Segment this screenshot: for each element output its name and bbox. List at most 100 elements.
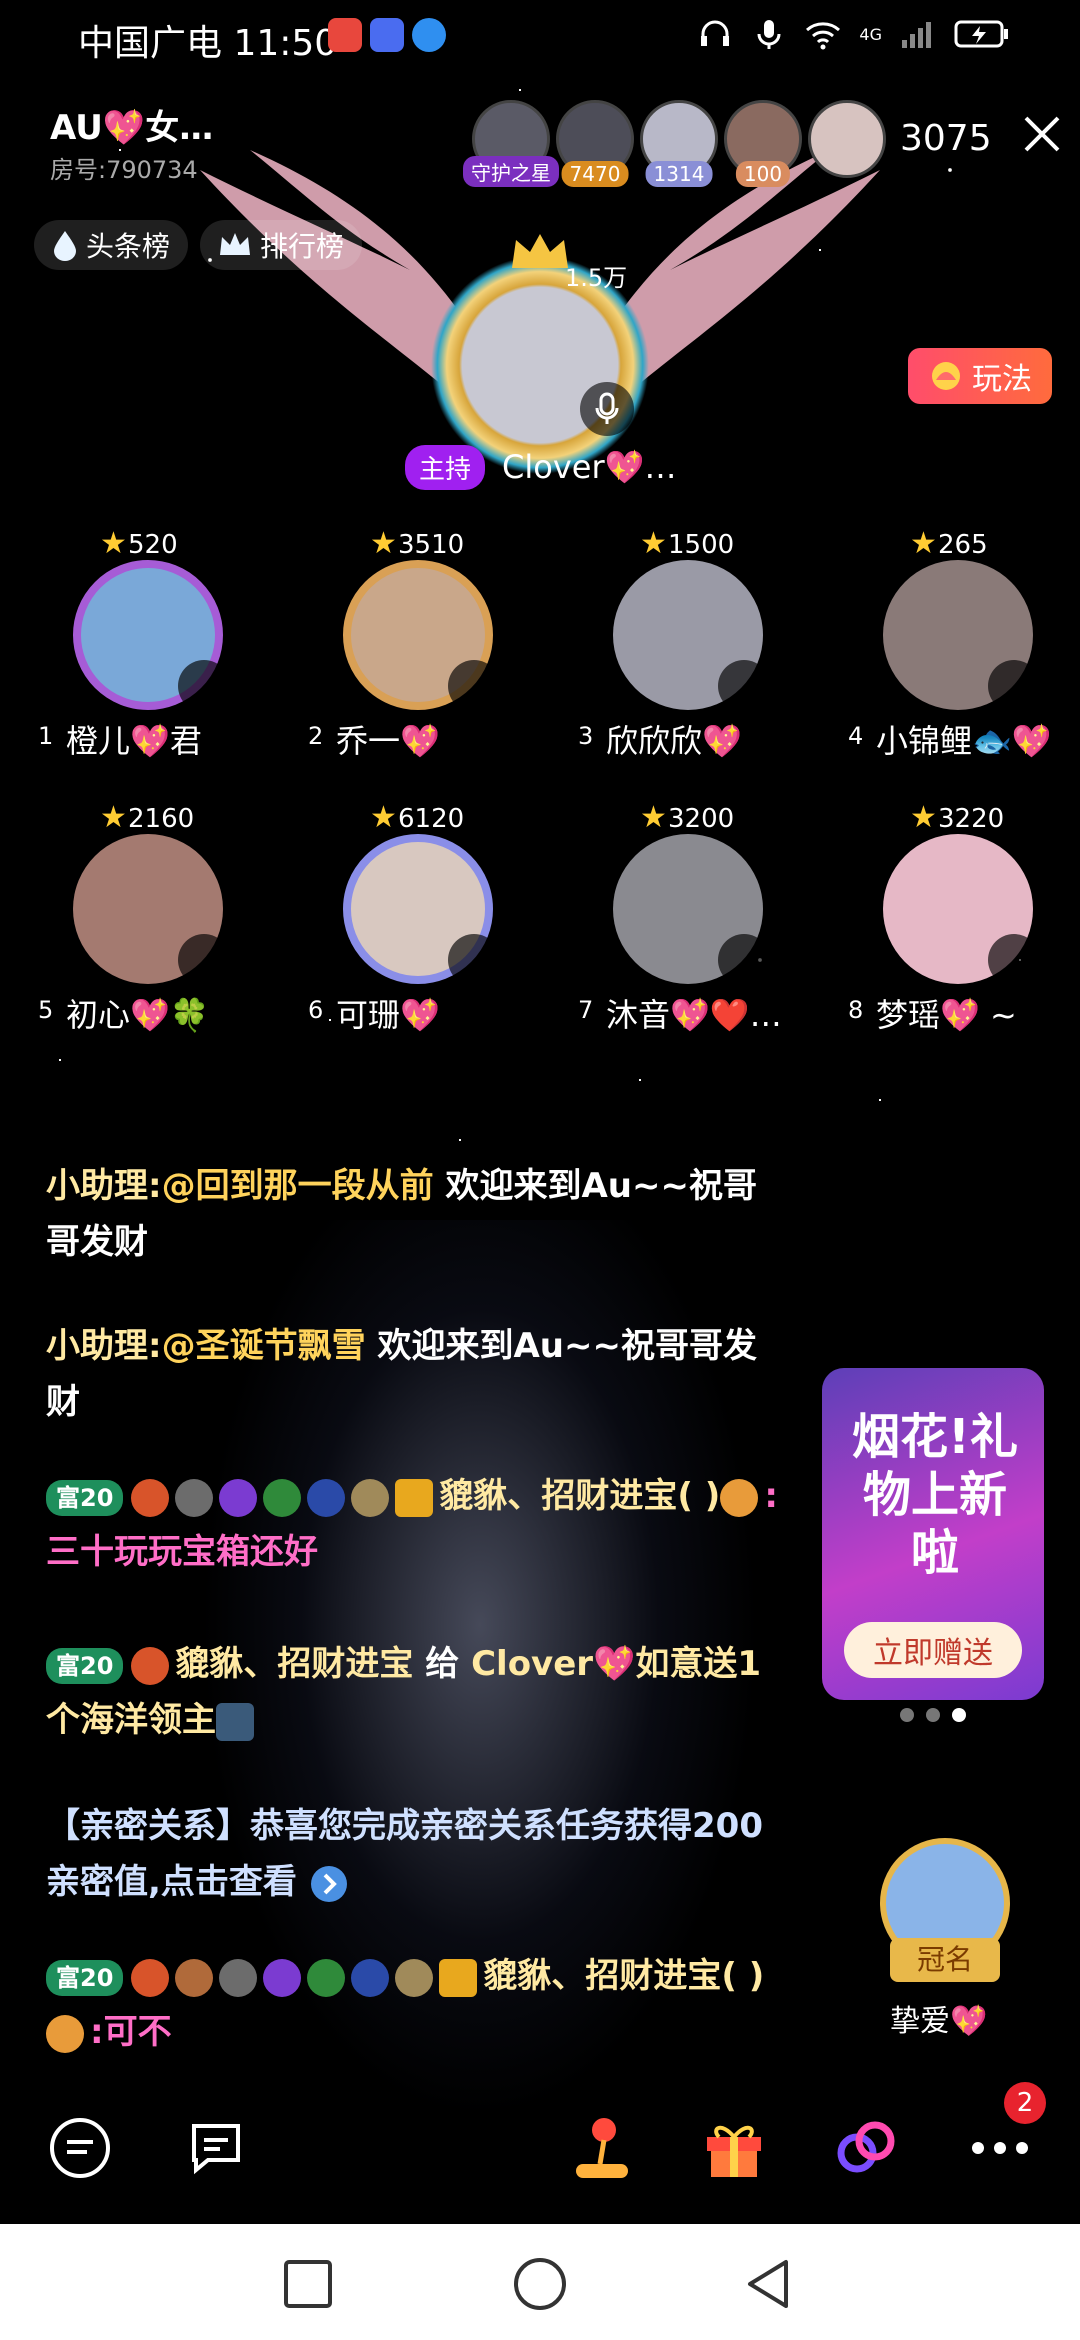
ranking-board-label: 排行榜 [260, 230, 345, 263]
carrier-time: 中国广电 11:50 [78, 23, 338, 64]
host-mic-button[interactable] [580, 382, 634, 436]
seat-4[interactable]: ★ 265 4 小锦鲤🐟💖 [838, 526, 1058, 760]
signal-icon [902, 22, 931, 48]
star-icon: ★ [100, 526, 127, 561]
recent-apps-icon[interactable] [278, 2254, 338, 2314]
link-button[interactable] [830, 2112, 902, 2184]
star-icon: ★ [640, 526, 667, 561]
seat-name: 乔一💖 [336, 722, 440, 760]
rank-badge-icon [131, 1958, 170, 1997]
chat-sender[interactable]: 貔貅、招财进宝 [175, 1644, 413, 1684]
seat-3[interactable]: ★ 1500 3 欣欣欣💖 [568, 526, 788, 760]
seat-name: 梦瑶💖 ~ [876, 996, 1017, 1034]
chat-text: 可不 [103, 2012, 172, 2052]
seat-6[interactable]: ★ 6120 6 可珊💖 [298, 800, 518, 1034]
host-tag: 主持 [405, 445, 486, 490]
seat-5[interactable]: ★ 2160 5 初心💖🍀 [28, 800, 248, 1034]
gift-target[interactable]: Clover💖 [471, 1644, 635, 1684]
banner-pagination [900, 1708, 966, 1722]
gameplay-button[interactable]: 玩法 [908, 348, 1052, 404]
wealth-level-badge: 富20 [46, 1959, 124, 1996]
seat-8[interactable]: ★ 3220 8 梦瑶💖 ~ [838, 800, 1058, 1034]
seat-7[interactable]: ★ 3200 7 沐音💖❤️… [568, 800, 788, 1034]
seat-number: 5 [38, 996, 54, 1024]
viewer-avatar-1[interactable]: 守护之星 [463, 100, 559, 187]
seat-number: 1 [38, 722, 54, 750]
headphones-icon [701, 20, 730, 46]
chat-message-4[interactable]: 富20 貔貅、招财进宝 给 Clover💖如意送1个海洋领主 [46, 1636, 786, 1748]
headline-board-button[interactable]: 头条榜 [34, 220, 189, 270]
message-button[interactable] [180, 2112, 252, 2184]
chat-text: 【亲密关系】恭喜您完成亲密关系任务获得200亲密值,点击查看 [46, 1806, 763, 1902]
star-icon: ★ [910, 526, 937, 561]
star-icon: ★ [370, 526, 397, 561]
host-crown-icon [512, 234, 568, 268]
chat-sender[interactable]: 貔貅、招财进宝( ) [483, 1956, 764, 1996]
joystick-icon [576, 2118, 628, 2178]
viewer-avatar-2[interactable]: 7470 [556, 100, 634, 187]
muted-mic-icon [178, 660, 230, 712]
fireworks-gift-banner[interactable]: 烟花!礼物上新啦 立即赠送 [822, 1368, 1044, 1700]
crown-icon [220, 233, 250, 255]
chat-input-button[interactable] [44, 2112, 116, 2184]
chat-sender[interactable]: 貔貅、招财进宝( ) [439, 1476, 720, 1516]
home-icon[interactable] [510, 2254, 570, 2314]
gift-box-icon [707, 2125, 761, 2177]
rank-badge-icon [131, 1646, 170, 1685]
seat-score: 6120 [398, 804, 465, 834]
viewer-avatar-3[interactable]: 1314 [640, 100, 718, 187]
purple-badge-icon [263, 1958, 302, 1997]
seat-score: 265 [938, 530, 988, 560]
chat-colon: : [90, 2012, 104, 2052]
seat-number: 6 [308, 996, 324, 1024]
viewer-badge-2: 7470 [561, 161, 629, 187]
more-dots-icon [972, 2142, 1028, 2154]
room-title[interactable]: AU💖女… [50, 100, 213, 149]
back-icon[interactable] [740, 2254, 800, 2314]
seat-number: 7 [578, 996, 594, 1024]
seat-2[interactable]: ★ 3510 2 乔一💖 [298, 526, 518, 760]
gift-icon [216, 1702, 254, 1741]
wealth-level-badge: 富20 [46, 1479, 124, 1516]
medal-badge-icon [395, 1958, 434, 1997]
shield-badge-icon [307, 1478, 346, 1517]
browser-notification-icon [412, 18, 446, 52]
chat-message-2[interactable]: 小助理:@圣诞节飘雪 欢迎来到Au~~祝哥哥发财 [46, 1318, 786, 1430]
seat-1[interactable]: ★ 520 1 橙儿💖君 [28, 526, 248, 760]
music-notification-icon [370, 18, 404, 52]
chat-message-3[interactable]: 富20 貔貅、招财进宝( ): 三十玩玩宝箱还好 [46, 1468, 786, 1580]
title-sponsor-name[interactable]: 挚爱💖 [890, 1996, 987, 2040]
seat-score: 2160 [128, 804, 195, 834]
wing-decoration-left [200, 150, 465, 400]
seat-name: 橙儿💖君 [66, 722, 202, 760]
seat-score: 520 [128, 530, 178, 560]
tiger-icon [46, 2014, 84, 2053]
viewer-avatar-4[interactable]: 100 [724, 100, 802, 187]
chat-mention[interactable]: @圣诞节飘雪 [162, 1326, 366, 1366]
viewer-count[interactable]: 3075 [900, 118, 992, 159]
chat-message-5[interactable]: 【亲密关系】恭喜您完成亲密关系任务获得200亲密值,点击查看 [46, 1798, 786, 1910]
seat-number: 4 [848, 722, 864, 750]
rank-badge-icon [131, 1478, 170, 1517]
chat-sender: 小助理: [46, 1326, 162, 1366]
viewer-badge-3: 1314 [645, 161, 713, 187]
chevron-right-icon[interactable] [309, 1864, 349, 1904]
chat-message-1[interactable]: 小助理:@回到那一段从前 欢迎来到Au~~祝哥哥发财 [46, 1158, 786, 1270]
close-icon[interactable] [1020, 112, 1064, 156]
pagination-dot-active [952, 1708, 966, 1722]
ranking-board-button[interactable]: 排行榜 [200, 220, 363, 270]
send-now-button[interactable]: 立即赠送 [844, 1622, 1022, 1678]
chat-mention[interactable]: @回到那一段从前 [162, 1166, 434, 1206]
seat-score: 3510 [398, 530, 465, 560]
game-button[interactable] [566, 2112, 638, 2184]
seat-number: 8 [848, 996, 864, 1024]
host-name[interactable]: Clover💖… [502, 448, 676, 486]
chat-message-6[interactable]: 富20 貔貅、招财进宝( ):可不 [46, 1948, 786, 2060]
viewer-avatar-5[interactable] [808, 100, 886, 178]
star-icon: ★ [910, 800, 937, 835]
gift-button[interactable] [698, 2112, 770, 2184]
guardian-star-badge: 守护之星 [463, 156, 559, 187]
notification-badge: 2 [1004, 2082, 1046, 2124]
seat-name: 初心💖🍀 [66, 996, 210, 1034]
seat-score: 1500 [668, 530, 735, 560]
